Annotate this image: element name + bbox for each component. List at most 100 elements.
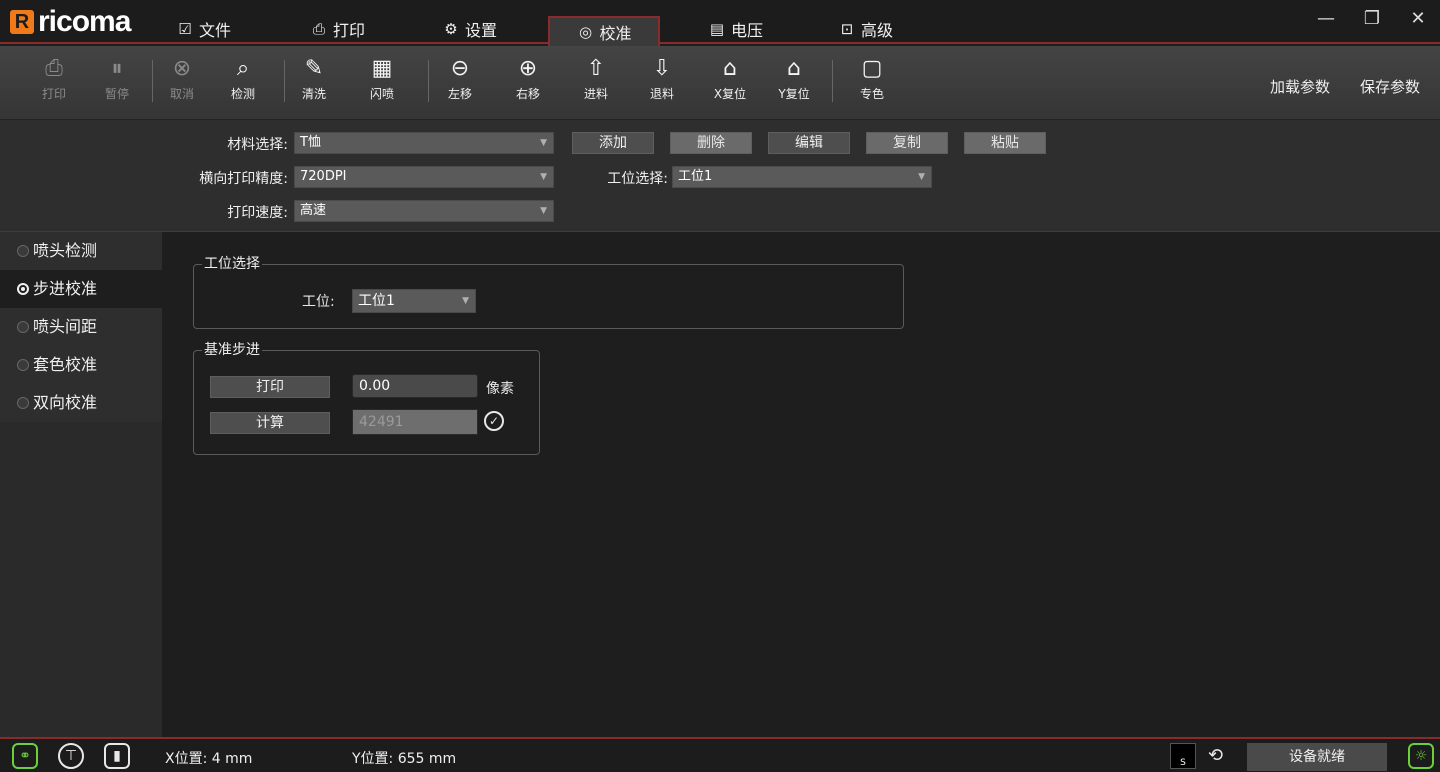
material-select[interactable]: T恤 ▼ [294,132,554,154]
y-position: Y位置: 655 mm [352,751,457,767]
step-unit-label: 像素 [486,381,514,397]
nozzle-grid-icon: ▦ [371,56,393,81]
close-icon: ✕ [1410,8,1426,29]
restore-button[interactable]: ❐ [1354,4,1390,34]
copy-button[interactable]: 复制 [866,132,948,154]
delete-button[interactable]: 删除 [670,132,752,154]
sidebar-item-color-registration[interactable]: 套色校准 [0,346,162,384]
tab-advanced[interactable]: ⊡ 高级 [838,14,893,44]
tab-calibrate[interactable]: ◎ 校准 [548,16,660,46]
network-icon[interactable]: ⊤ [58,743,84,769]
chevron-down-icon: ▼ [918,172,925,182]
close-button[interactable]: ✕ [1400,4,1436,34]
spot-color-button[interactable]: ▢ 专色 [846,52,898,114]
step-value-input[interactable]: 0.00 [352,374,478,398]
radio-selected-icon [17,283,29,295]
light-icon[interactable]: ☼ [1408,743,1434,769]
app-logo: R ricoma [10,5,131,38]
edit-button[interactable]: 编辑 [768,132,850,154]
main-content: 工位选择 工位: 工位1 ▼ 基准步进 打印 0.00 像素 计算 42491 … [162,232,1440,737]
link-icon[interactable]: ⚭ [12,743,38,769]
y-reset-button[interactable]: ⌂ Y复位 [768,52,820,114]
flash-spray-button[interactable]: ▦ 闪喷 [356,52,408,114]
toolbar-divider [832,60,833,102]
printer-icon: ⎙ [312,20,325,38]
move-right-button[interactable]: ⊕ 右移 [502,52,554,114]
pause-button[interactable]: ⏸ 暂停 [91,52,143,114]
arrow-left-icon: ⊖ [450,56,470,81]
ink-level-icon: S [1170,743,1196,769]
retract-button[interactable]: ⇩ 退料 [636,52,688,114]
cancel-button[interactable]: ⊗ 取消 [156,52,208,114]
toolbar-divider [152,60,153,102]
chevron-down-icon: ▼ [462,296,469,306]
target-icon: ◎ [578,23,593,41]
paste-button[interactable]: 粘贴 [964,132,1046,154]
chevron-down-icon: ▼ [540,138,547,148]
station-group: 工位选择 工位: 工位1 ▼ [193,255,904,329]
load-params-button[interactable]: 加载参数 [1270,76,1330,97]
gear-icon: ⚙ [444,20,458,38]
chevron-down-icon: ▼ [540,206,547,216]
speed-label: 打印速度: [227,205,288,221]
base-step-group-title: 基准步进 [202,341,262,359]
pause-icon: ⏸ [111,56,123,81]
logo-word: ricoma [38,5,131,38]
page-icon: ▢ [861,56,883,81]
detect-button[interactable]: ⌕ 检测 [217,52,269,114]
status-bar: ⚭ ⊤ ▮ X位置: 4 mm Y位置: 655 mm S ⟲ 设备就绪 ☼ [0,737,1440,772]
base-step-group: 基准步进 打印 0.00 像素 计算 42491 ✓ [193,341,540,455]
tab-file[interactable]: ☑ 文件 [176,14,231,44]
cancel-icon: ⊗ [172,56,192,81]
dpi-label: 横向打印精度: [199,171,288,187]
clean-button[interactable]: ✎ 清洗 [288,52,340,114]
sidebar-item-bidirectional[interactable]: 双向校准 [0,384,162,422]
arrow-right-icon: ⊕ [518,56,538,81]
left-top-panel [0,120,162,232]
material-label: 材料选择: [227,137,288,153]
refresh-icon[interactable]: ⟲ [1208,745,1223,766]
add-button[interactable]: 添加 [572,132,654,154]
feed-button[interactable]: ⇧ 进料 [570,52,622,114]
speed-select[interactable]: 高速 ▼ [294,200,554,222]
voltage-icon: ▤ [709,20,725,38]
thermometer-icon[interactable]: ▮ [104,743,130,769]
home-icon: ⌂ [723,56,737,81]
minimize-icon: — [1317,8,1335,29]
sidebar-item-nozzle-check[interactable]: 喷头检测 [0,232,162,270]
tab-print[interactable]: ⎙ 打印 [310,14,365,44]
advanced-icon: ⊡ [840,20,854,38]
title-bar: R ricoma ☑ 文件 ⎙ 打印 ⚙ 设置 ◎ 校准 ▤ 电压 ⊡ 高级 —… [0,0,1440,46]
check-circle-icon[interactable]: ✓ [484,411,504,431]
station-field-select[interactable]: 工位1 ▼ [352,289,476,313]
logo-mark: R [10,10,34,34]
home-icon: ⌂ [787,56,801,81]
file-check-icon: ☑ [178,20,192,38]
sidebar-item-nozzle-spacing[interactable]: 喷头间距 [0,308,162,346]
save-params-button[interactable]: 保存参数 [1360,76,1420,97]
radio-icon [17,359,29,371]
arrow-down-icon: ⇩ [652,56,672,81]
x-reset-button[interactable]: ⌂ X复位 [704,52,756,114]
tab-settings[interactable]: ⚙ 设置 [442,14,497,44]
calculate-button[interactable]: 计算 [210,412,330,434]
station-select[interactable]: 工位1 ▼ [672,166,932,188]
toolbar-divider [284,60,285,102]
print-button[interactable]: ⎙ 打印 [28,52,80,114]
chevron-down-icon: ▼ [540,172,547,182]
radio-icon [17,321,29,333]
device-status-badge: 设备就绪 [1247,743,1387,771]
settings-panel: 材料选择: T恤 ▼ 横向打印精度: 720DPI ▼ 打印速度: 高速 ▼ 添… [162,120,1440,232]
minimize-button[interactable]: — [1308,4,1344,34]
station-label: 工位选择: [607,171,668,187]
dpi-select[interactable]: 720DPI ▼ [294,166,554,188]
toolbar-divider [428,60,429,102]
arrow-up-icon: ⇧ [586,56,606,81]
tab-voltage[interactable]: ▤ 电压 [708,14,763,44]
radio-icon [17,245,29,257]
move-left-button[interactable]: ⊖ 左移 [434,52,486,114]
sidebar-item-step-calibration[interactable]: 步进校准 [0,270,162,308]
restore-icon: ❐ [1363,8,1381,29]
toolbar: ⎙ 打印 ⏸ 暂停 ⊗ 取消 ⌕ 检测 ✎ 清洗 ▦ 闪喷 ⊖ 左移 ⊕ 右移 … [0,46,1440,120]
print-step-button[interactable]: 打印 [210,376,330,398]
